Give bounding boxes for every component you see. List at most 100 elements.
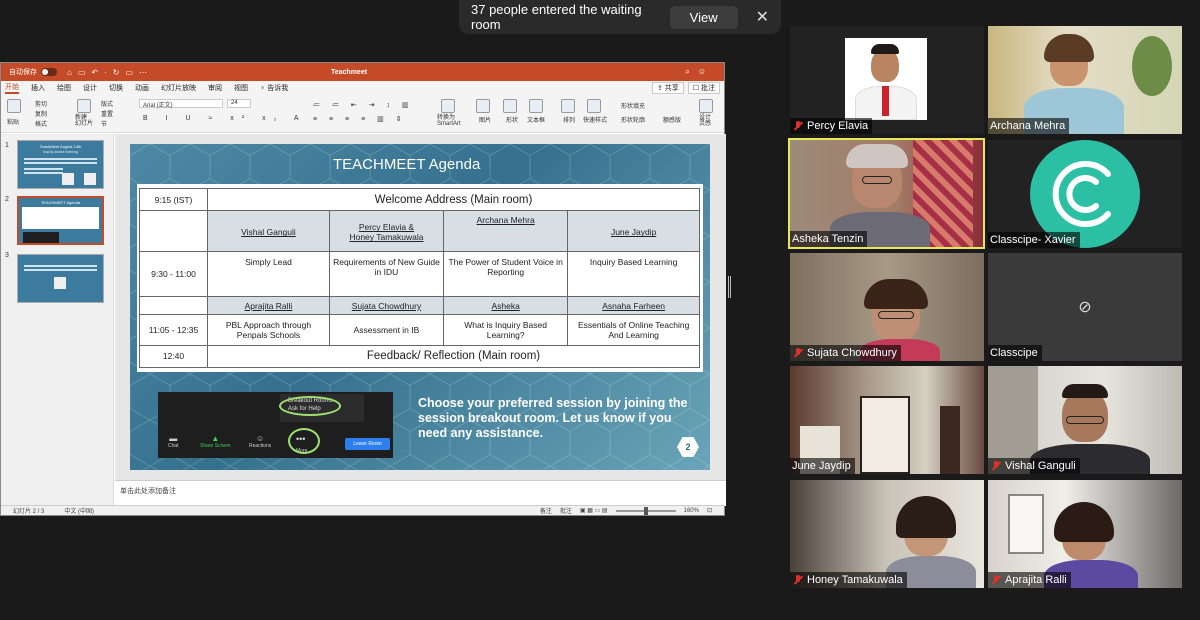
arrange-icon[interactable] [561,99,575,113]
slide-thumbnail-2[interactable]: TEACHMEET Agenda [17,196,104,245]
participant-name: Classcipe- Xavier [990,234,1076,246]
alignment-buttons[interactable]: ≡ ≡ ≡ ≡ ▥ ⇕ [313,115,407,123]
reset-button[interactable]: 重置 [101,109,113,118]
waiting-room-message: 37 people entered the waiting room [471,2,642,32]
share-icon: ⇪ [656,85,663,92]
participant-tile[interactable]: Archana Mehra [988,26,1182,134]
speaker-cell: Archana Mehra [443,210,569,252]
quick-styles-icon[interactable] [587,99,601,113]
fit-slide-icon[interactable]: ⊡ [707,507,712,514]
layout-button[interactable]: 版式 [101,99,113,108]
language-indicator: 中文 (中国) [64,509,95,515]
participant-tile[interactable]: Sujata Chowdhury [790,253,984,361]
view-button[interactable]: View [669,5,738,29]
slide-thumbnail-1[interactable]: TeachMeet August 14th Inquiry-based lear… [17,140,104,189]
profile-photo [845,38,927,120]
participant-name: Sujata Chowdhury [807,347,897,359]
topic-cell: Simply Lead [207,250,330,298]
quick-access-icons[interactable]: ⌂▭↶·↻▭⋯ [67,68,153,77]
paste-icon[interactable] [7,99,21,113]
participant-tile[interactable]: June Jaydip [790,366,984,474]
zoom-level: 160% [683,507,699,514]
tab-review[interactable]: 审阅 [208,83,222,93]
table-row: 12:40 Feedback/ Reflection (Main room) [139,344,700,369]
shape-icon[interactable] [503,99,517,113]
search-icon[interactable]: ⌕☺ [685,67,714,77]
tab-insert[interactable]: 插入 [31,83,45,93]
format-painter-button[interactable]: 格式 [35,119,47,128]
participant-tile-active-speaker[interactable]: Asheka Tenzin [788,138,985,249]
copy-button[interactable]: 复制 [35,109,47,118]
shape-label: 形状 [506,118,519,124]
participant-tile[interactable]: Vishal Ganguli [988,366,1182,474]
participant-name: Honey Tamakuwala [807,574,903,586]
slide-counter: 幻灯片 2 / 3 [13,509,45,515]
chat-control: ▬ Chat [168,434,179,449]
chat-icon: ▬ [169,434,178,443]
designer-label-a[interactable]: 额感版 [663,115,681,124]
comments-toggle[interactable]: 批注 [560,506,572,515]
picture-icon[interactable] [476,99,490,113]
speaker-cell: Asheka [443,296,569,316]
zoom-slider[interactable] [615,506,676,515]
font-name-select[interactable]: Arial (正文) [139,99,223,109]
font-size-select[interactable]: 24 [227,99,251,108]
paragraph-buttons[interactable]: ≔ ≔ ⇤ ⇥ ↕ ▥ [313,101,414,109]
time-cell: 12:40 [139,344,208,369]
tell-me-search[interactable]: ♀ 告诉我 [260,83,288,93]
comments-button[interactable]: ☐ 批注 [687,82,720,94]
notes-pane[interactable]: 单击此处添加备注 [115,480,726,506]
participant-name: Percy Elavia [807,120,869,132]
convert-smartart-label: 转换为 SmartArt [437,115,461,127]
panel-resize-handle[interactable] [728,276,731,298]
designer-icon[interactable] [699,99,713,113]
qr-code [62,173,74,185]
participant-tile[interactable]: Honey Tamakuwala [790,480,984,588]
waiting-room-notification: 37 people entered the waiting room View … [459,0,781,34]
tab-transitions[interactable]: 切换 [109,83,123,93]
tab-home[interactable]: 开始 [5,82,19,94]
autosave-toggle[interactable] [41,68,57,76]
designer-label-b: 设计 灵感 [699,115,712,127]
topic-cell: The Power of Student Voice in Reporting [443,250,569,298]
new-slide-icon[interactable] [77,99,91,113]
quick-styles-label: 快速样式 [583,118,608,124]
participant-tile[interactable]: Percy Elavia [790,26,984,134]
shape-fill-button[interactable]: 形状填充 [621,101,645,110]
slide-thumbnail-3[interactable] [17,254,104,303]
highlight-circle [288,428,320,454]
shape-outline-button[interactable]: 形状轮廓 [621,115,645,124]
muted-mic-icon [792,120,804,132]
muted-mic-icon [792,574,804,586]
participant-name: Vishal Ganguli [1005,460,1076,472]
close-icon[interactable]: ✕ [756,7,769,27]
lightbulb-icon: ♀ [260,85,266,92]
topic-cell: Essentials of Online Teaching And Learni… [567,314,700,346]
textbox-icon[interactable] [529,99,543,113]
reactions-control: ☺ Reactions [249,434,272,449]
tab-animations[interactable]: 动画 [135,83,149,93]
participant-name-label: Vishal Ganguli [988,458,1080,474]
view-buttons[interactable]: ▣ ▦ ▭ ▤ [580,507,608,514]
tab-design[interactable]: 设计 [83,83,97,93]
section-button[interactable]: 节 [101,119,107,128]
participant-tile[interactable]: ⊘ Classcipe [988,253,1182,361]
share-button[interactable]: ⇪ 共享 [651,82,684,94]
participant-name-label: Aprajita Ralli [988,572,1071,588]
participant-tile[interactable]: Classcipe- Xavier [988,140,1182,248]
participant-tile[interactable]: Aprajita Ralli [988,480,1182,588]
empty-cell [139,210,208,252]
slide-thumbnail-panel: 1 TeachMeet August 14th Inquiry-based le… [1,134,114,506]
tab-view[interactable]: 视图 [234,83,248,93]
reactions-icon: ☺ [256,434,265,443]
tab-draw[interactable]: 绘图 [57,83,71,93]
notes-toggle[interactable]: 备注 [540,506,552,515]
slide-title: TEACHMEET Agenda [333,156,481,173]
cut-button[interactable]: 剪切 [35,99,47,108]
muted-mic-icon [792,347,804,359]
table-row: Vishal Ganguli Percy Elavia & Honey Tama… [139,210,700,252]
status-bar: 幻灯片 2 / 3 中文 (中国) 备注 批注 ▣ ▦ ▭ ▤ 160% ⊡ [1,505,724,515]
font-format-buttons[interactable]: B I U ≈ x² x₂ A [143,115,307,122]
tab-slideshow[interactable]: 幻灯片放映 [161,83,196,93]
smartart-icon[interactable] [441,99,455,113]
